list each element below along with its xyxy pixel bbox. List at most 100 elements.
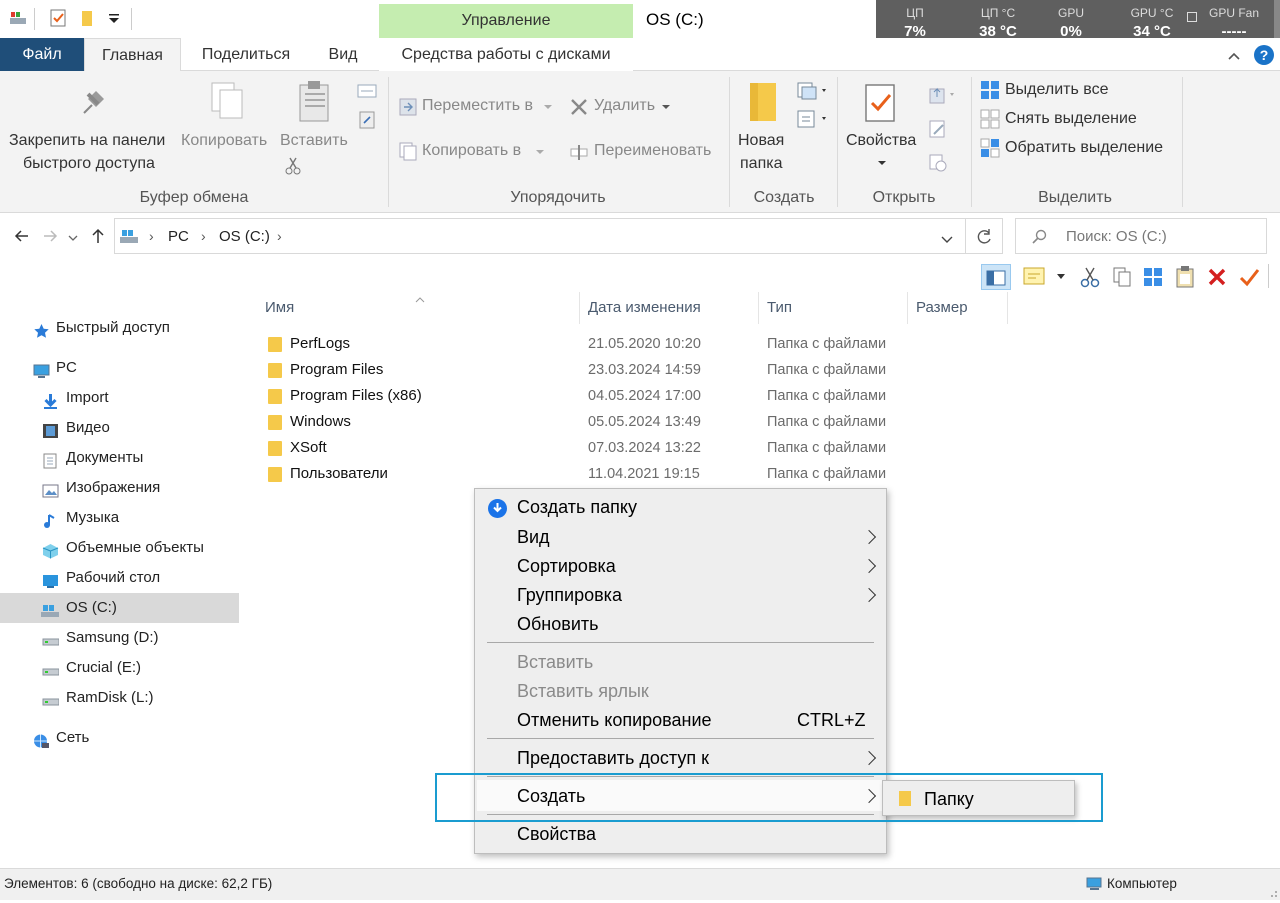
paste-toolbar-icon[interactable] xyxy=(1174,265,1196,289)
new-note-icon[interactable] xyxy=(1020,264,1050,290)
nav-import[interactable]: Import xyxy=(0,383,239,413)
nav-music[interactable]: Музыка xyxy=(0,503,239,533)
menu-properties[interactable]: Свойства xyxy=(517,824,596,845)
copy-button[interactable]: Копировать xyxy=(181,132,267,150)
menu-create-folder[interactable]: Создать папку xyxy=(517,497,637,518)
new-item-icon[interactable] xyxy=(796,81,830,101)
menu-view[interactable]: Вид xyxy=(517,527,550,548)
menu-paste[interactable]: Вставить xyxy=(517,652,593,673)
tab-view[interactable]: Вид xyxy=(312,38,374,71)
nav-network[interactable]: Сеть xyxy=(0,723,239,753)
refresh-icon[interactable] xyxy=(966,218,1003,254)
file-row[interactable]: Program Files (x86) 04.05.2024 17:00 Пап… xyxy=(242,383,1042,409)
select-none-button[interactable]: Снять выделение xyxy=(1005,110,1137,128)
nav-quick-access[interactable]: Быстрый доступ xyxy=(0,313,239,343)
copy-to-button[interactable]: Копировать в xyxy=(422,142,521,160)
menu-share-with[interactable]: Предоставить доступ к xyxy=(517,748,709,769)
breadcrumb-chevron-icon[interactable]: › xyxy=(149,228,154,244)
file-row[interactable]: Windows 05.05.2024 13:49 Папка с файлами xyxy=(242,409,1042,435)
file-row[interactable]: XSoft 07.03.2024 13:22 Папка с файлами xyxy=(242,435,1042,461)
file-date: 21.05.2020 10:20 xyxy=(588,336,701,352)
copy-path-icon[interactable] xyxy=(357,83,377,99)
preview-pane-icon[interactable] xyxy=(981,264,1011,290)
new-folder-large-icon xyxy=(746,81,780,123)
column-header-size[interactable]: Размер xyxy=(908,292,1008,324)
collapse-ribbon-icon[interactable] xyxy=(1226,48,1242,64)
file-row[interactable]: Program Files 23.03.2024 14:59 Папка с ф… xyxy=(242,357,1042,383)
file-type: Папка с файлами xyxy=(767,440,887,456)
status-item-count: Элементов: 6 (свободно на диске: 62,2 ГБ… xyxy=(4,876,273,891)
nav-drive-e[interactable]: Crucial (E:) xyxy=(0,653,239,683)
checkmark-icon[interactable] xyxy=(1238,266,1260,288)
clipboard-group-label: Буфер обмена xyxy=(139,189,249,206)
back-arrow-icon[interactable] xyxy=(12,226,32,246)
search-box[interactable]: Поиск: OS (C:) xyxy=(1015,218,1267,254)
recent-locations-chevron-icon[interactable] xyxy=(68,230,78,241)
nav-drive-c[interactable]: OS (C:) xyxy=(0,593,239,623)
nav-documents[interactable]: Документы xyxy=(0,443,239,473)
file-row[interactable]: PerfLogs 21.05.2020 10:20 Папка с файлам… xyxy=(242,331,1042,357)
history-icon[interactable] xyxy=(928,153,948,173)
invert-selection-button[interactable]: Обратить выделение xyxy=(1005,139,1163,157)
column-header-date[interactable]: Дата изменения xyxy=(580,292,759,324)
tab-share[interactable]: Поделиться xyxy=(186,38,306,71)
new-folder-button-line1[interactable]: Новая xyxy=(738,132,784,150)
new-folder-icon[interactable] xyxy=(78,8,98,28)
address-history-chevron-icon[interactable] xyxy=(941,232,953,243)
nav-desktop[interactable]: Рабочий стол xyxy=(0,563,239,593)
gpu-temp-label: GPU °C xyxy=(1130,6,1174,20)
resize-grip-icon[interactable] xyxy=(1266,885,1278,897)
pin-quick-access-line2[interactable]: быстрого доступа xyxy=(23,155,155,173)
nav-drive-l[interactable]: RamDisk (L:) xyxy=(0,683,239,713)
nav-drive-d[interactable]: Samsung (D:) xyxy=(0,623,239,653)
properties-check-icon[interactable] xyxy=(48,8,68,28)
menu-sort[interactable]: Сортировка xyxy=(517,556,616,577)
toolbar-dropdown-icon[interactable] xyxy=(1057,274,1065,279)
breadcrumb-pc[interactable]: PC xyxy=(168,228,189,245)
paste-shortcut-icon[interactable] xyxy=(357,109,377,129)
column-header-type[interactable]: Тип xyxy=(759,292,908,324)
scissors-icon[interactable] xyxy=(1079,266,1101,288)
pin-quick-access-line1[interactable]: Закрепить на панели xyxy=(9,132,165,150)
nav-pc[interactable]: PC xyxy=(0,353,239,383)
breadcrumb-chevron-icon[interactable]: › xyxy=(201,228,206,244)
menu-paste-shortcut[interactable]: Вставить ярлык xyxy=(517,681,649,702)
grid-view-icon[interactable] xyxy=(1142,266,1164,288)
help-icon[interactable]: ? xyxy=(1254,45,1274,65)
folder-icon xyxy=(268,363,282,378)
menu-undo-copy[interactable]: Отменить копирование xyxy=(517,710,712,731)
qat-dropdown-icon[interactable] xyxy=(104,8,124,28)
nav-3d-objects[interactable]: Объемные объекты xyxy=(0,533,239,563)
organize-group-label: Упорядочить xyxy=(510,189,606,206)
column-header-name[interactable]: Имя xyxy=(257,292,580,324)
nav-pictures[interactable]: Изображения xyxy=(0,473,239,503)
nav-video[interactable]: Видео xyxy=(0,413,239,443)
menu-refresh[interactable]: Обновить xyxy=(517,614,599,635)
forward-arrow-icon[interactable] xyxy=(40,226,60,246)
menu-group[interactable]: Группировка xyxy=(517,585,622,606)
delete-button[interactable]: Удалить xyxy=(594,97,655,115)
tab-home[interactable]: Главная xyxy=(84,38,181,72)
undo-copy-shortcut: CTRL+Z xyxy=(797,710,866,730)
file-row[interactable]: Пользователи 11.04.2021 19:15 Папка с фа… xyxy=(242,461,1042,487)
open-icon[interactable] xyxy=(928,85,958,105)
breadcrumb-chevron-icon[interactable]: › xyxy=(277,228,282,244)
tab-disk-tools[interactable]: Средства работы с дисками xyxy=(379,38,633,71)
new-folder-button-line2[interactable]: папка xyxy=(740,155,782,173)
submenu-arrow-icon xyxy=(861,587,877,603)
tab-file[interactable]: Файл xyxy=(0,38,84,71)
paste-button[interactable]: Вставить xyxy=(280,132,348,150)
cube-icon xyxy=(42,540,59,559)
easy-access-icon[interactable] xyxy=(796,109,830,131)
move-to-button[interactable]: Переместить в xyxy=(422,97,533,115)
rename-button[interactable]: Переименовать xyxy=(594,142,711,160)
breadcrumb-drive[interactable]: OS (C:) xyxy=(219,228,270,245)
select-all-button[interactable]: Выделить все xyxy=(1005,81,1108,99)
cut-icon[interactable] xyxy=(284,156,302,176)
delete-red-x-icon[interactable] xyxy=(1206,266,1228,288)
up-arrow-icon[interactable] xyxy=(88,226,108,246)
properties-button[interactable]: Свойства xyxy=(846,132,916,150)
address-bar[interactable]: › PC › OS (C:) › xyxy=(114,218,966,254)
copy-toolbar-icon[interactable] xyxy=(1111,266,1133,288)
edit-icon[interactable] xyxy=(928,119,948,139)
